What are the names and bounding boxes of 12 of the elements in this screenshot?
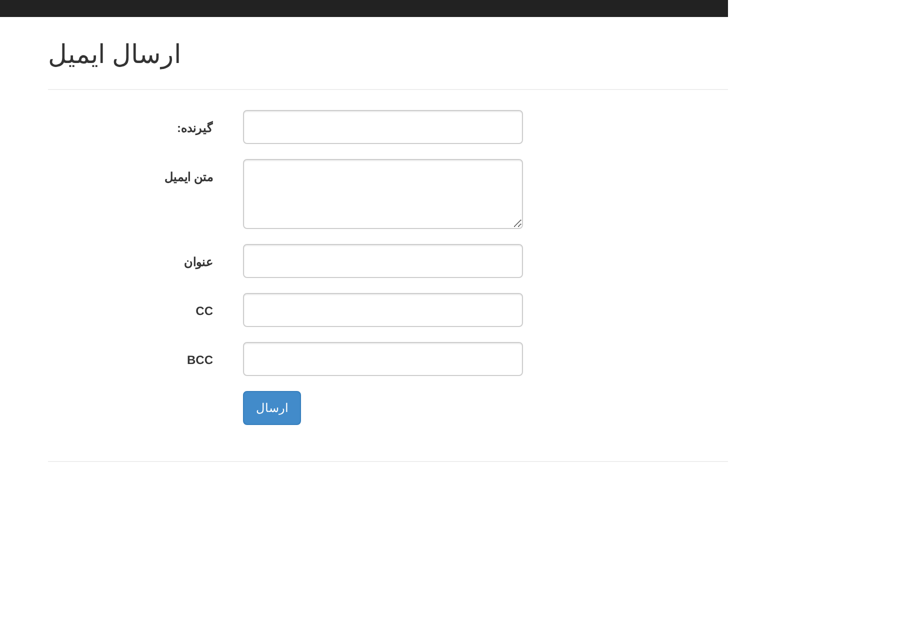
- page-title: ارسال ایمیل: [48, 39, 182, 69]
- field-label: عنوان: [184, 254, 213, 271]
- input-field[interactable]: [243, 293, 523, 327]
- input-field[interactable]: [243, 342, 523, 376]
- input-field[interactable]: [243, 110, 523, 144]
- message-textarea[interactable]: [243, 159, 523, 229]
- field-label: گیرنده:: [177, 120, 213, 137]
- send-button[interactable]: ارسال: [243, 391, 301, 425]
- input-field[interactable]: [243, 244, 523, 278]
- field-label: BCC: [187, 352, 213, 369]
- field-label: CC: [196, 303, 213, 320]
- field-label: متن ایمیل: [164, 169, 213, 186]
